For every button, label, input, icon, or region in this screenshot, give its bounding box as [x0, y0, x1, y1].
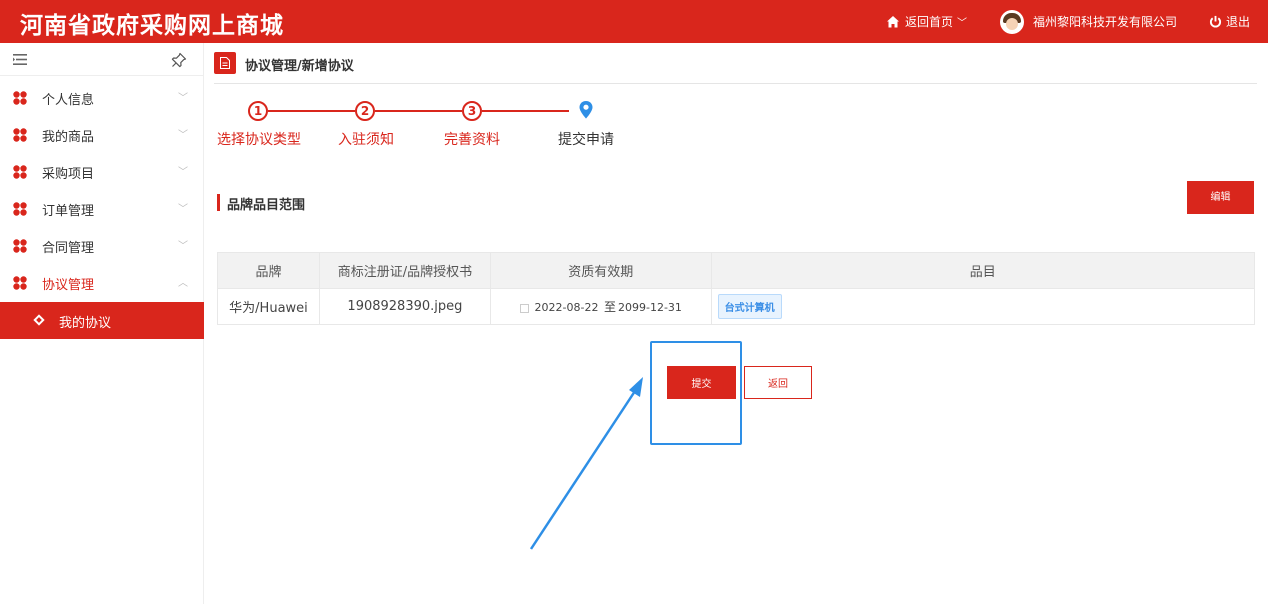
chevron-down-icon: ﹀: [178, 167, 188, 178]
clover-icon: [13, 165, 27, 179]
calendar-icon: [519, 303, 529, 313]
clover-icon: [13, 239, 27, 253]
location-pin-icon: [579, 101, 593, 119]
clover-icon: [13, 202, 27, 216]
category-tag: 台式计算机: [717, 294, 782, 319]
column-header-brand: 品牌: [217, 252, 320, 289]
step-2-circle: 2: [355, 101, 375, 121]
validity-separator: 至: [603, 300, 616, 314]
table-row: 华为/Huawei 1908928390.jpeg 2022-08-22 至 20…: [217, 288, 1256, 325]
chevron-down-icon: ﹀: [957, 18, 968, 29]
brand-cell: 华为/Huawei: [217, 288, 320, 325]
sidebar-item-label: 我的商品: [42, 130, 95, 145]
certificate-file-cell[interactable]: 1908928390.jpeg: [318, 288, 491, 325]
chevron-down-icon: ﹀: [178, 204, 188, 215]
section-title: 品牌品目范围: [227, 198, 306, 213]
step-connector: [375, 110, 462, 112]
validity-cell: 2022-08-22 至 2099-12-31: [489, 288, 712, 325]
table-header-row: 品牌 商标注册证/品牌授权书 资质有效期 品目: [217, 252, 1256, 289]
breadcrumb-divider: [214, 83, 1257, 84]
sidebar-item-3[interactable]: 订单管理 ﹀: [0, 190, 204, 227]
clover-icon: [13, 128, 27, 142]
site-title: 河南省政府采购网上商城: [20, 12, 284, 39]
category-cell: 台式计算机: [710, 288, 1256, 325]
home-icon: [887, 15, 899, 27]
logout-label: 退出: [1226, 15, 1251, 29]
column-header-category: 品目: [710, 252, 1256, 289]
sidebar-item-label: 协议管理: [42, 278, 95, 293]
validity-end: 2099-12-31: [618, 301, 682, 314]
sidebar-item-2[interactable]: 采购项目 ﹀: [0, 153, 204, 190]
top-header: 河南省政府采购网上商城 返回首页 ﹀ 福州黎阳科技开发有限公司 退出: [0, 0, 1268, 43]
sidebar-subitem-label: 我的协议: [59, 316, 112, 331]
step-3-circle: 3: [462, 101, 482, 121]
chevron-down-icon: ﹀: [178, 130, 188, 141]
submit-button[interactable]: 提交: [667, 366, 736, 399]
home-link[interactable]: 返回首页 ﹀: [886, 0, 967, 43]
step-3-label: 完善资料: [444, 132, 500, 148]
step-1-circle: 1: [248, 101, 268, 121]
step-connector: [482, 110, 569, 112]
back-button[interactable]: 返回: [744, 366, 812, 399]
document-icon: [214, 52, 236, 74]
sidebar-item-label: 采购项目: [42, 167, 95, 182]
chevron-down-icon: ﹀: [178, 241, 188, 252]
collapse-menu-icon[interactable]: [13, 54, 27, 65]
column-header-validity: 资质有效期: [489, 252, 712, 289]
sidebar-item-1[interactable]: 我的商品 ﹀: [0, 116, 204, 153]
sidebar-item-label: 个人信息: [42, 93, 95, 108]
sidebar-item-0[interactable]: 个人信息 ﹀: [0, 79, 204, 116]
pin-icon[interactable]: [171, 52, 187, 68]
sidebar-item-label: 合同管理: [42, 241, 95, 256]
column-header-certificate: 商标注册证/品牌授权书: [318, 252, 491, 289]
step-2-label: 入驻须知: [338, 132, 394, 148]
sidebar-item-4[interactable]: 合同管理 ﹀: [0, 227, 204, 264]
breadcrumb: 协议管理/新增协议: [245, 59, 354, 74]
chevron-up-icon: ︿: [178, 278, 188, 289]
power-icon: [1209, 15, 1222, 28]
user-name: 福州黎阳科技开发有限公司: [1033, 15, 1178, 29]
avatar: [1000, 9, 1024, 34]
validity-start: 2022-08-22: [534, 301, 599, 314]
sidebar-subitem-my-agreements[interactable]: 我的协议: [0, 302, 204, 339]
user-menu[interactable]: 福州黎阳科技开发有限公司: [1000, 0, 1177, 43]
home-label: 返回首页: [905, 15, 954, 29]
brand-category-table: 品牌 商标注册证/品牌授权书 资质有效期 品目 华为/Huawei 190892…: [217, 252, 1256, 325]
section-marker: [217, 194, 220, 211]
clover-icon: [13, 276, 27, 290]
edit-button[interactable]: 编辑: [1187, 181, 1254, 214]
annotation-arrow: [529, 377, 643, 550]
step-1-label: 选择协议类型: [217, 132, 301, 148]
diamond-icon: [33, 314, 45, 326]
logout-button[interactable]: 退出: [1209, 0, 1250, 43]
step-connector: [268, 110, 355, 112]
chevron-down-icon: ﹀: [178, 93, 188, 104]
sidebar-item-label: 订单管理: [42, 204, 95, 219]
sidebar-toolbar: [0, 43, 203, 76]
sidebar-item-5[interactable]: 协议管理 ︿: [0, 264, 204, 301]
step-4-label: 提交申请: [558, 132, 614, 148]
clover-icon: [13, 91, 27, 105]
